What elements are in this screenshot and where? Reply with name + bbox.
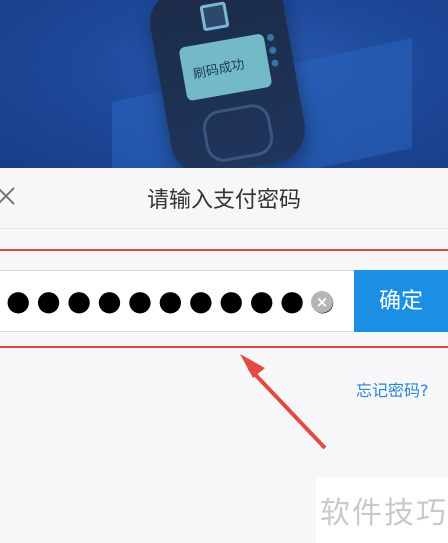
highlight-top-line bbox=[0, 249, 448, 251]
dialog-header: 请输入支付密码 bbox=[0, 168, 448, 229]
clear-icon[interactable]: × bbox=[311, 291, 333, 313]
device-sensor bbox=[199, 1, 230, 32]
device-screen-text: 刷码成功 bbox=[191, 57, 246, 83]
hero-banner: 刷码成功 bbox=[0, 0, 448, 168]
password-input[interactable]: ●●●●●●●●●●● × bbox=[0, 270, 354, 332]
watermark-text: 软件技巧 bbox=[320, 496, 448, 531]
dialog-title: 请输入支付密码 bbox=[146, 188, 301, 213]
device-button bbox=[200, 101, 277, 165]
confirm-button[interactable]: 确定 bbox=[354, 270, 448, 332]
device-screen: 刷码成功 bbox=[178, 33, 273, 102]
forgot-password-link[interactable]: 忘记密码? bbox=[356, 377, 429, 401]
red-arrow-annotation bbox=[240, 354, 327, 450]
highlight-bottom-line bbox=[0, 346, 448, 348]
password-row: ●●●●●●●●●●● × 确定 bbox=[0, 270, 448, 332]
password-dots: ●●●●●●●●●●● bbox=[6, 284, 341, 317]
